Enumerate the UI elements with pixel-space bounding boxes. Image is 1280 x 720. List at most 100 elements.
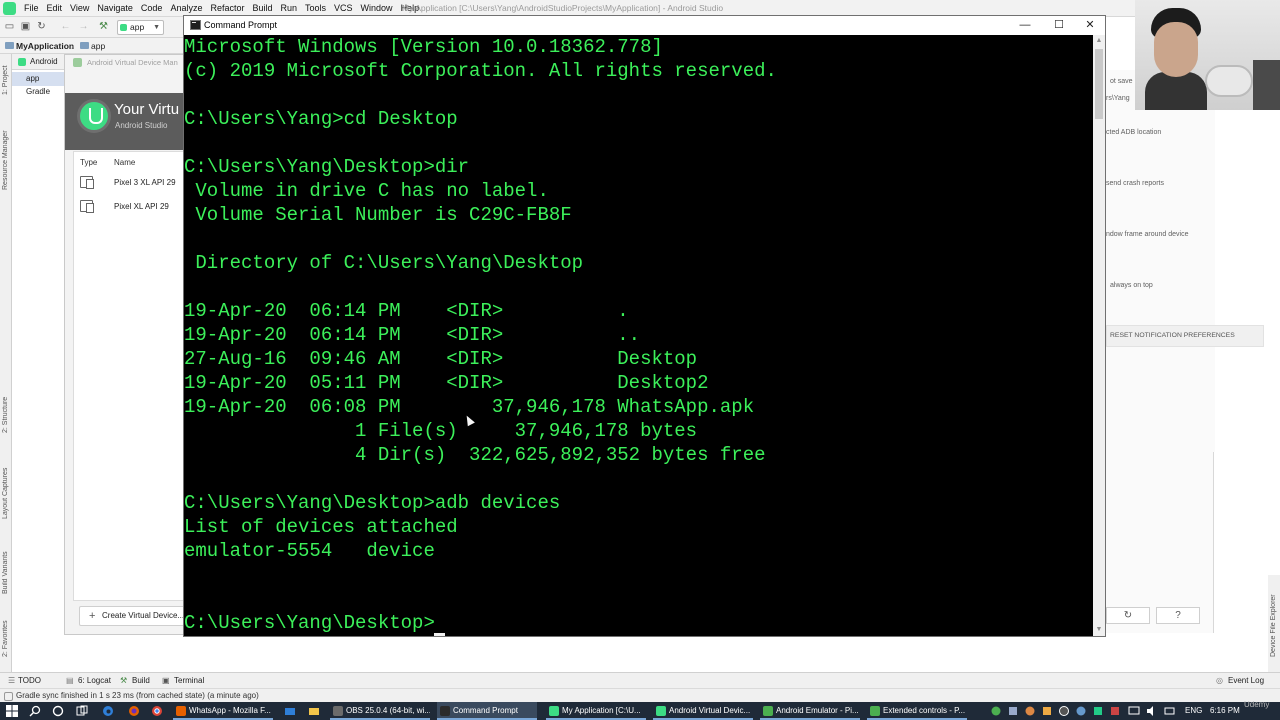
minimize-button[interactable]: — [1008,16,1042,35]
tab-build[interactable]: Build [132,673,150,689]
column-name[interactable]: Name [114,158,135,167]
file-explorer-icon[interactable] [308,705,320,717]
cortana-icon[interactable] [52,705,64,717]
taskbar-app-android-studio[interactable]: My Application [C:\U... [546,702,646,720]
breadcrumb-separator: › [71,41,74,51]
console-line: Microsoft Windows [Version 10.0.18362.77… [184,36,663,58]
settings-item: always on top [1110,282,1153,289]
webcam-shadow [1253,60,1280,110]
avd-manager-title-text: Android Virtual Device Man [87,58,178,67]
search-icon[interactable] [29,705,41,717]
task-view-icon[interactable] [76,705,88,717]
console-line: 19-Apr-20 06:14 PM <DIR> .. [184,324,641,346]
run-config-dropdown[interactable]: app ▼ [117,20,164,35]
tree-item-gradle[interactable]: Gradle [12,85,66,99]
event-log-button[interactable]: Event Log [1228,673,1264,689]
tab-layout-captures[interactable]: Layout Captures [0,458,12,528]
menu-file[interactable]: File [20,0,43,17]
command-prompt-titlebar[interactable]: Command Prompt — ☐ ✕ [184,16,1105,35]
sync-icon[interactable]: ↻ [36,21,47,33]
console-prompt-line[interactable]: C:\Users\Yang\Desktop> [184,611,435,635]
firefox-icon[interactable] [128,705,140,717]
reset-notification-preferences-button[interactable]: RESET NOTIFICATION PREFERENCES [1106,325,1264,347]
emulator-settings-panel: ot save rs\Yang cted ADB location send c… [1095,70,1264,633]
android-studio-logo-icon [77,99,111,133]
tab-device-file-explorer[interactable]: Device File Explorer [1268,581,1280,671]
device-row[interactable]: Pixel XL API 29 [74,196,186,220]
project-view-selector[interactable]: Android [12,54,66,70]
android-studio-logo-icon [3,2,16,15]
taskbar-app-android-emulator[interactable]: Android Emulator - Pi... [760,702,860,720]
right-tool-strip: Device File Explorer [1268,575,1280,675]
vertical-scrollbar[interactable]: ▲ ▼ [1093,35,1105,636]
module-folder-icon [80,42,89,49]
scrollbar-thumb[interactable] [1095,49,1103,119]
build-hammer-icon[interactable]: ⚒ [98,21,109,33]
taskbar-app-extended-controls[interactable]: Extended controls - P... [867,702,967,720]
tab-logcat[interactable]: 6: Logcat [78,673,111,689]
taskbar-app-obs[interactable]: OBS 25.0.4 (64-bit, wi... [330,702,430,720]
settings-item: rs\Yang [1106,95,1130,102]
volume-icon[interactable] [1146,705,1158,717]
refresh-button[interactable]: ↻ [1106,607,1150,624]
status-bar-message: Gradle sync finished in 1 s 23 ms (from … [0,688,1280,702]
taskbar-app-avd-manager[interactable]: Android Virtual Devic... [653,702,753,720]
tab-build-variants[interactable]: Build Variants [0,542,12,604]
open-folder-icon[interactable]: ▭ [4,21,15,33]
console-line: 1 File(s) 37,946,178 bytes [184,420,698,442]
tray-obs-icon[interactable] [1058,705,1070,717]
maximize-button[interactable]: ☐ [1042,16,1076,35]
tree-item-app[interactable]: app [12,72,66,86]
help-button[interactable]: ? [1156,607,1200,624]
tray-app2-icon[interactable] [1092,705,1104,717]
tray-onedrive-icon[interactable] [1024,705,1036,717]
tray-security-icon[interactable] [1007,705,1019,717]
logcat-icon: ▤ [66,676,74,685]
tab-project[interactable]: 1: Project [0,60,12,100]
console-line: Directory of C:\Users\Yang\Desktop [184,252,584,274]
microphone [1205,65,1253,97]
clock[interactable]: 6:16 PM [1210,702,1240,720]
menu-navigate[interactable]: Navigate [93,0,137,17]
menu-code[interactable]: Code [137,0,167,17]
scroll-up-icon[interactable]: ▲ [1093,35,1105,47]
create-virtual-device-button[interactable]: + Create Virtual Device... [79,606,185,626]
back-arrow-icon[interactable]: ← [60,21,71,33]
tab-resource-manager[interactable]: Resource Manager [0,120,12,200]
avd-manager-icon [73,58,82,67]
menu-edit[interactable]: Edit [43,0,67,17]
save-all-icon[interactable]: ▣ [20,21,31,33]
tray-chrome-icon[interactable] [990,705,1002,717]
close-button[interactable]: ✕ [1073,16,1107,35]
console-line: 27-Aug-16 09:46 AM <DIR> Desktop [184,348,698,370]
mail-icon[interactable] [284,705,296,717]
breadcrumb-module[interactable]: app [91,38,105,54]
taskbar-app-firefox[interactable]: WhatsApp - Mozilla F... [173,702,273,720]
command-prompt-window[interactable]: Command Prompt — ☐ ✕ Microsoft Windows [… [183,15,1106,637]
scroll-down-icon[interactable]: ▼ [1093,624,1105,636]
console-output[interactable]: Microsoft Windows [Version 10.0.18362.77… [184,35,1093,636]
tray-cloud-icon[interactable] [1075,705,1087,717]
device-row[interactable]: Pixel 3 XL API 29 [74,172,186,196]
tab-todo[interactable]: TODO [18,673,41,689]
run-config-label: app [130,22,145,32]
windows-start-icon[interactable] [6,705,18,717]
column-type[interactable]: Type [80,158,97,167]
forward-arrow-icon[interactable]: → [78,21,89,33]
battery-icon[interactable] [1164,705,1176,717]
menu-view[interactable]: View [66,0,93,17]
chrome-icon[interactable] [151,705,163,717]
taskbar-app-command-prompt[interactable]: Command Prompt [437,702,537,720]
tab-terminal[interactable]: Terminal [174,673,204,689]
edge-icon[interactable] [102,705,114,717]
tray-app3-icon[interactable] [1109,705,1121,717]
tab-favorites[interactable]: 2: Favorites [0,614,12,664]
input-language[interactable]: ENG [1185,702,1202,720]
device-name: Pixel XL API 29 [114,202,169,211]
tray-app-icon[interactable] [1041,705,1053,717]
tab-structure[interactable]: 2: Structure [0,392,12,438]
command-prompt-title: Command Prompt [204,20,278,30]
network-icon[interactable] [1128,705,1140,717]
breadcrumb-project[interactable]: MyApplication [16,38,74,54]
presenter-shoulders [1145,72,1207,110]
